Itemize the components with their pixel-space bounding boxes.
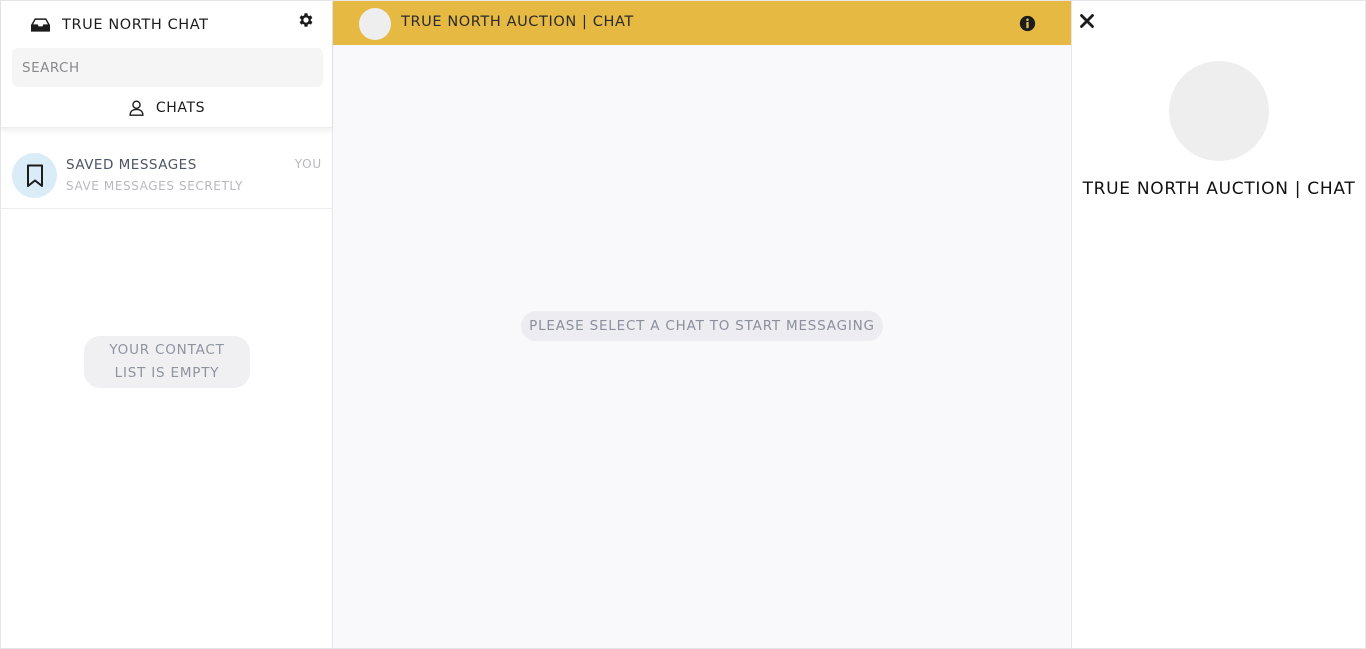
chat-meta: YOU	[294, 157, 322, 171]
info-panel: TRUE NORTH AUCTION | CHAT	[1071, 1, 1365, 648]
person-icon	[129, 100, 144, 116]
chat-app: TRUE NORTH CHAT CHATS SAVED MESSAGES	[0, 0, 1366, 649]
chat-header: TRUE NORTH AUCTION | CHAT	[333, 1, 1071, 45]
select-chat-notice: PLEASE SELECT A CHAT TO START MESSAGING	[521, 311, 883, 341]
empty-contacts-notice: YOUR CONTACT LIST IS EMPTY	[84, 336, 250, 388]
tab-chats[interactable]: CHATS	[1, 95, 333, 121]
tab-chats-label: CHATS	[155, 100, 206, 116]
profile-avatar	[1169, 61, 1269, 161]
avatar	[12, 153, 57, 198]
brand: TRUE NORTH CHAT	[31, 14, 209, 36]
chat-list-item[interactable]: SAVED MESSAGES SAVE MESSAGES SECRETLY YO…	[1, 142, 333, 209]
bookmark-icon	[26, 164, 43, 187]
info-icon[interactable]	[1019, 15, 1036, 32]
close-icon[interactable]	[1079, 13, 1095, 29]
chat-name: SAVED MESSAGES	[66, 157, 197, 173]
search-input[interactable]	[12, 48, 323, 87]
main-panel: TRUE NORTH AUCTION | CHAT PLEASE SELECT …	[333, 1, 1071, 648]
profile-name: TRUE NORTH AUCTION | CHAT	[1082, 179, 1356, 199]
sidebar: TRUE NORTH CHAT CHATS SAVED MESSAGES	[1, 1, 333, 648]
app-title: TRUE NORTH CHAT	[62, 17, 209, 33]
chat-title[interactable]: TRUE NORTH AUCTION | CHAT	[401, 14, 634, 30]
gear-icon[interactable]	[297, 11, 315, 29]
chat-preview: SAVE MESSAGES SECRETLY	[66, 179, 244, 193]
sidebar-header: TRUE NORTH CHAT CHATS	[1, 1, 332, 128]
inbox-icon	[31, 18, 50, 32]
avatar[interactable]	[359, 8, 391, 40]
